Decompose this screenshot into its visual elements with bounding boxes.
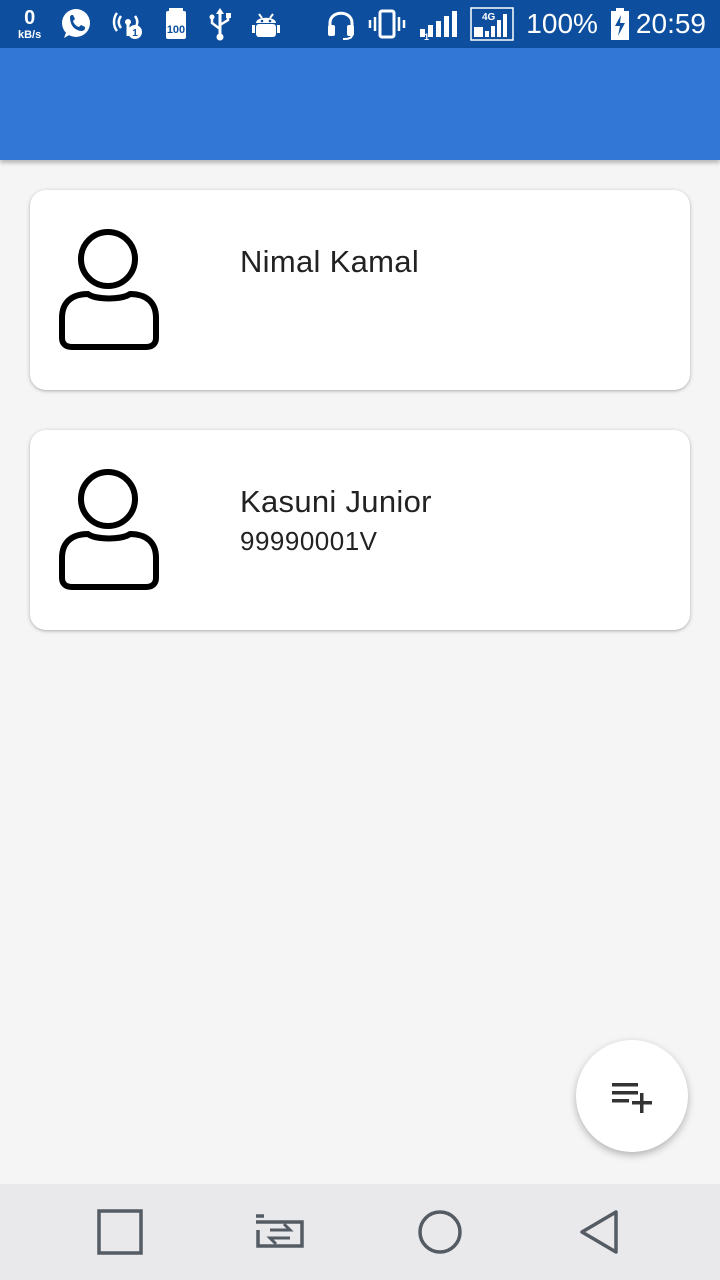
home-icon bbox=[418, 1210, 462, 1254]
svg-text:1: 1 bbox=[132, 28, 138, 39]
signal-icon: 1 bbox=[420, 11, 458, 41]
storage-icon: 100 bbox=[166, 8, 187, 39]
usb-icon bbox=[209, 8, 232, 41]
person-icon bbox=[59, 229, 159, 350]
switch-apps-icon bbox=[256, 1214, 304, 1248]
status-bar: 0 kB/s 1 100 1 4G 100% 20:59 bbox=[0, 0, 720, 48]
whatsapp-icon bbox=[62, 9, 91, 38]
recents-button[interactable] bbox=[80, 1192, 160, 1272]
clock: 20:59 bbox=[635, 8, 706, 39]
contact-text: Nimal Kamal bbox=[240, 244, 419, 286]
person-icon bbox=[59, 469, 159, 590]
battery-percent: 100% bbox=[526, 8, 598, 39]
network-speed: 0 kB/s bbox=[18, 8, 41, 41]
app-bar bbox=[0, 48, 720, 160]
contact-name: Nimal Kamal bbox=[240, 244, 420, 279]
add-contact-fab[interactable] bbox=[576, 1040, 688, 1152]
switch-apps-button[interactable] bbox=[240, 1192, 320, 1272]
contact-card[interactable]: Nimal Kamal bbox=[30, 190, 690, 390]
hotspot-icon: 1 bbox=[113, 12, 143, 39]
contact-card[interactable]: Kasuni Junior 99990001V bbox=[30, 430, 690, 630]
contact-name: Kasuni Junior bbox=[240, 484, 432, 519]
svg-text:1: 1 bbox=[424, 32, 429, 41]
contact-id-number: 99990001V bbox=[240, 526, 378, 556]
headset-icon bbox=[328, 11, 355, 40]
navigation-bar bbox=[0, 1184, 720, 1280]
svg-text:100: 100 bbox=[167, 24, 185, 36]
network-4g-icon: 4G bbox=[470, 7, 515, 41]
network-type-label: 4G bbox=[482, 12, 496, 23]
playlist-add-icon bbox=[612, 1083, 652, 1113]
contact-text: Kasuni Junior 99990001V bbox=[240, 484, 432, 557]
android-debug-icon bbox=[252, 13, 281, 37]
back-icon bbox=[580, 1210, 618, 1254]
back-button[interactable] bbox=[560, 1192, 640, 1272]
battery-charging-icon bbox=[610, 8, 629, 40]
home-button[interactable] bbox=[400, 1192, 480, 1272]
status-right: 1 4G 100% 20:59 bbox=[326, 7, 706, 41]
network-speed-value: 0 bbox=[24, 6, 36, 29]
network-speed-unit: kB/s bbox=[18, 28, 42, 41]
recents-icon bbox=[97, 1209, 143, 1255]
battery-time-group: 20:59 bbox=[610, 7, 706, 41]
vibrate-icon bbox=[369, 9, 406, 39]
status-left: 0 kB/s 1 100 bbox=[18, 7, 281, 41]
